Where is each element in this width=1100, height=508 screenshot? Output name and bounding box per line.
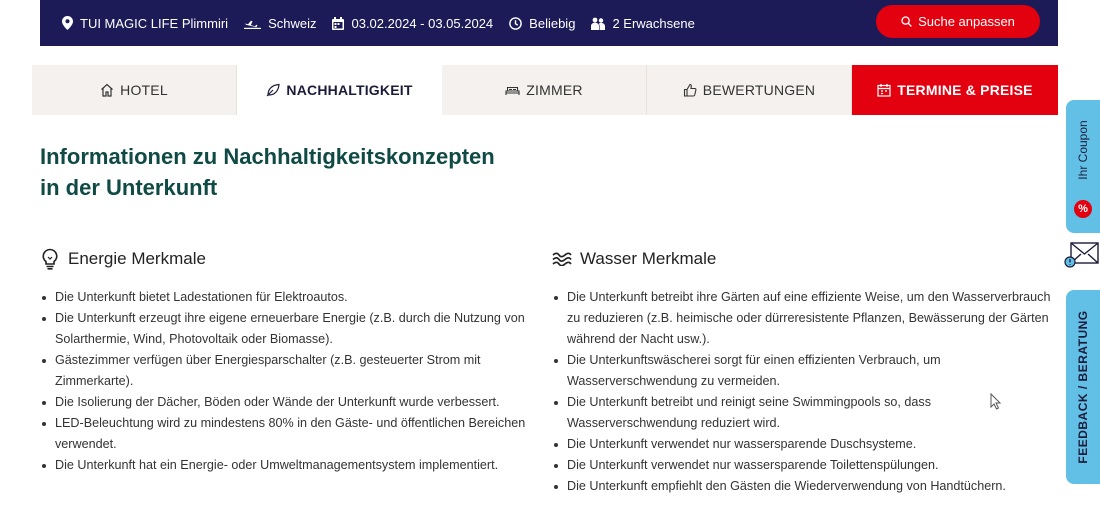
water-list: Die Unterkunft betreibt ihre Gärten auf … bbox=[552, 287, 1052, 497]
page-title: Informationen zu Nachhaltigkeitskonzepte… bbox=[40, 141, 640, 203]
bed-icon bbox=[505, 86, 520, 95]
page-title-line-2: in der Unterkunft bbox=[40, 175, 218, 200]
travellers-value: 2 Erwachsene bbox=[612, 15, 695, 31]
calendar-icon bbox=[332, 16, 345, 30]
airplane-icon bbox=[244, 20, 262, 29]
duration-value: Beliebig bbox=[529, 15, 576, 31]
tab-sustainability[interactable]: NACHHALTIGKEIT bbox=[237, 65, 442, 115]
departure-summary[interactable]: Schweiz bbox=[244, 16, 316, 31]
dates-value: 03.02.2024 - 03.05.2024 bbox=[351, 15, 494, 31]
tab-reviews[interactable]: BEWERTUNGEN bbox=[647, 65, 852, 115]
page-title-line-1: Informationen zu Nachhaltigkeitskonzepte… bbox=[40, 144, 495, 169]
energy-heading: Energie Merkmale bbox=[40, 246, 530, 272]
list-item: Die Unterkunft betreibt ihre Gärten auf … bbox=[552, 287, 1052, 350]
tab-hotel-label: HOTEL bbox=[120, 82, 168, 98]
hotel-name: TUI MAGIC LIFE Plimmiri bbox=[80, 15, 229, 31]
list-item: Die Unterkunft betreibt und reinigt sein… bbox=[552, 392, 1052, 434]
tab-hotel[interactable]: HOTEL bbox=[32, 65, 237, 115]
list-item: LED-Beleuchtung wird zu mindestens 80% i… bbox=[40, 413, 530, 455]
water-heading: Wasser Merkmale bbox=[552, 246, 1052, 272]
tab-sustainability-label: NACHHALTIGKEIT bbox=[286, 82, 413, 98]
water-section: Wasser Merkmale Die Unterkunft betreibt … bbox=[552, 246, 1052, 497]
leaf-icon bbox=[266, 83, 281, 97]
hotel-summary[interactable]: TUI MAGIC LIFE Plimmiri bbox=[62, 16, 228, 31]
dates-summary[interactable]: 03.02.2024 - 03.05.2024 bbox=[332, 16, 493, 31]
departure-value: Schweiz bbox=[268, 15, 317, 31]
list-item: Die Unterkunftswäscherei sorgt für einen… bbox=[552, 350, 1052, 392]
lightbulb-icon bbox=[42, 248, 58, 270]
search-summary-bar: TUI MAGIC LIFE Plimmiri Schweiz 03.02.20… bbox=[40, 0, 1058, 46]
hotel-tabs: HOTEL NACHHALTIGKEIT ZIMMER BEWERTUNGEN … bbox=[32, 65, 1058, 115]
mouse-cursor-icon bbox=[990, 393, 1002, 410]
search-icon bbox=[901, 16, 912, 27]
adjust-search-label: Suche anpassen bbox=[918, 14, 1015, 29]
water-waves-icon bbox=[552, 252, 572, 266]
list-item: Die Unterkunft verwendet nur wasserspare… bbox=[552, 434, 1052, 455]
energy-heading-label: Energie Merkmale bbox=[68, 249, 206, 268]
coupon-tab[interactable]: Ihr Coupon % bbox=[1066, 100, 1100, 233]
people-icon bbox=[591, 17, 606, 30]
energy-section: Energie Merkmale Die Unterkunft bietet L… bbox=[40, 246, 530, 476]
list-item: Die Isolierung der Dächer, Böden oder Wä… bbox=[40, 392, 530, 413]
duration-summary[interactable]: Beliebig bbox=[509, 16, 575, 31]
list-item: Gästezimmer verfügen über Energiesparsch… bbox=[40, 350, 530, 392]
water-heading-label: Wasser Merkmale bbox=[580, 249, 717, 268]
tab-rooms[interactable]: ZIMMER bbox=[442, 65, 647, 115]
tab-rooms-label: ZIMMER bbox=[526, 82, 583, 98]
tab-dates-prices[interactable]: TERMINE & PREISE bbox=[852, 65, 1058, 115]
tab-dates-prices-label: TERMINE & PREISE bbox=[897, 82, 1033, 98]
list-item: Die Unterkunft erzeugt ihre eigene erneu… bbox=[40, 308, 530, 350]
calendar-icon bbox=[877, 84, 891, 97]
list-item: Die Unterkunft empfiehlt den Gästen die … bbox=[552, 476, 1052, 497]
list-item: Die Unterkunft hat ein Energie- oder Umw… bbox=[40, 455, 530, 476]
mail-icon[interactable] bbox=[1064, 240, 1100, 270]
feedback-tab[interactable]: FEEDBACK / BERATUNG bbox=[1066, 290, 1100, 484]
travellers-summary[interactable]: 2 Erwachsene bbox=[591, 15, 695, 31]
tab-reviews-label: BEWERTUNGEN bbox=[702, 82, 816, 98]
location-pin-icon bbox=[62, 16, 73, 30]
list-item: Die Unterkunft verwendet nur wasserspare… bbox=[552, 455, 1052, 476]
energy-list: Die Unterkunft bietet Ladestationen für … bbox=[40, 287, 530, 476]
thumbs-up-icon bbox=[683, 83, 697, 97]
adjust-search-button[interactable]: Suche anpassen bbox=[876, 5, 1040, 38]
house-icon bbox=[101, 83, 114, 97]
percent-badge-icon: % bbox=[1074, 200, 1092, 218]
coupon-label: Ihr Coupon bbox=[1076, 120, 1090, 180]
clock-icon bbox=[509, 16, 522, 30]
list-item: Die Unterkunft bietet Ladestationen für … bbox=[40, 287, 530, 308]
feedback-label: FEEDBACK / BERATUNG bbox=[1076, 310, 1090, 464]
